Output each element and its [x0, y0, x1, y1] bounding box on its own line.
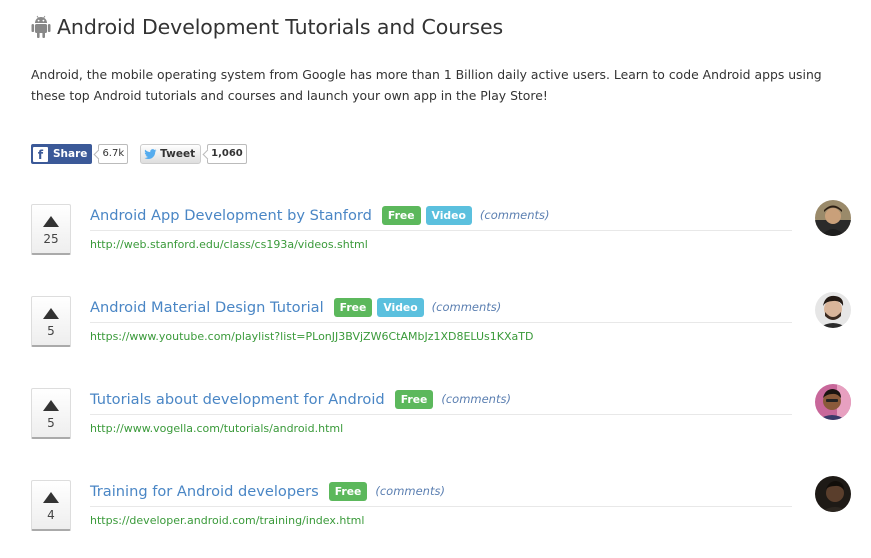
item-title-link[interactable]: Android Material Design Tutorial	[90, 299, 324, 316]
vote-count: 5	[47, 416, 55, 430]
facebook-icon: f	[33, 146, 48, 162]
free-badge: Free	[381, 205, 421, 225]
item-title-link[interactable]: Android App Development by Stanford	[90, 207, 372, 224]
divider	[90, 506, 792, 507]
list-item: 4 Training for Android developers Free (…	[31, 476, 851, 540]
free-badge: Free	[328, 481, 368, 501]
intro-text: Android, the mobile operating system fro…	[31, 67, 822, 103]
avatar[interactable]	[815, 292, 851, 328]
vote-count: 5	[47, 324, 55, 338]
avatar[interactable]	[815, 476, 851, 512]
up-arrow-icon	[43, 492, 59, 503]
comments-link[interactable]: (comments)	[441, 392, 511, 406]
upvote-button[interactable]: 25	[31, 204, 71, 255]
item-url-link[interactable]: http://www.vogella.com/tutorials/android…	[90, 422, 343, 435]
list-item: 5 Android Material Design Tutorial Free …	[31, 292, 851, 356]
item-title-link[interactable]: Tutorials about development for Android	[90, 391, 385, 408]
divider	[90, 322, 792, 323]
divider	[90, 230, 792, 231]
tweet-label: Tweet	[160, 148, 196, 160]
item-title-row: Tutorials about development for Android …	[90, 388, 511, 410]
video-badge: Video	[377, 297, 424, 317]
item-url-link[interactable]: https://www.youtube.com/playlist?list=PL…	[90, 330, 533, 343]
item-url-link[interactable]: http://web.stanford.edu/class/cs193a/vid…	[90, 238, 368, 251]
comments-link[interactable]: (comments)	[375, 484, 445, 498]
tweet-count: 1,060	[207, 144, 247, 164]
up-arrow-icon	[43, 216, 59, 227]
share-count: 6.7k	[98, 144, 129, 164]
vote-count: 4	[47, 508, 55, 522]
item-title-link[interactable]: Training for Android developers	[90, 483, 319, 500]
tweet-button[interactable]: Tweet	[140, 144, 202, 164]
free-badge: Free	[333, 297, 373, 317]
list-item: 25 Android App Development by Stanford F…	[31, 200, 851, 264]
item-title-row: Android App Development by Stanford Free…	[90, 204, 550, 226]
upvote-button[interactable]: 5	[31, 388, 71, 439]
avatar[interactable]	[815, 200, 851, 236]
video-badge: Video	[425, 205, 472, 225]
upvote-button[interactable]: 4	[31, 480, 71, 531]
avatar[interactable]	[815, 384, 851, 420]
page-header: Android Development Tutorials and Course…	[31, 12, 503, 42]
item-url-link[interactable]: https://developer.android.com/training/i…	[90, 514, 364, 527]
up-arrow-icon	[43, 308, 59, 319]
item-title-row: Android Material Design Tutorial Free Vi…	[90, 296, 501, 318]
item-title-row: Training for Android developers Free (co…	[90, 480, 445, 502]
facebook-share-button[interactable]: f Share	[31, 144, 93, 164]
share-label: Share	[53, 148, 88, 160]
upvote-button[interactable]: 5	[31, 296, 71, 347]
free-badge: Free	[394, 389, 434, 409]
social-buttons: f Share 6.7k Tweet 1,060	[31, 144, 247, 164]
comments-link[interactable]: (comments)	[432, 300, 502, 314]
android-icon	[31, 15, 51, 38]
divider	[90, 414, 792, 415]
twitter-icon	[144, 148, 157, 159]
up-arrow-icon	[43, 400, 59, 411]
list-item: 5 Tutorials about development for Androi…	[31, 384, 851, 448]
comments-link[interactable]: (comments)	[480, 208, 550, 222]
page-title: Android Development Tutorials and Course…	[57, 15, 504, 39]
vote-count: 25	[43, 232, 59, 246]
